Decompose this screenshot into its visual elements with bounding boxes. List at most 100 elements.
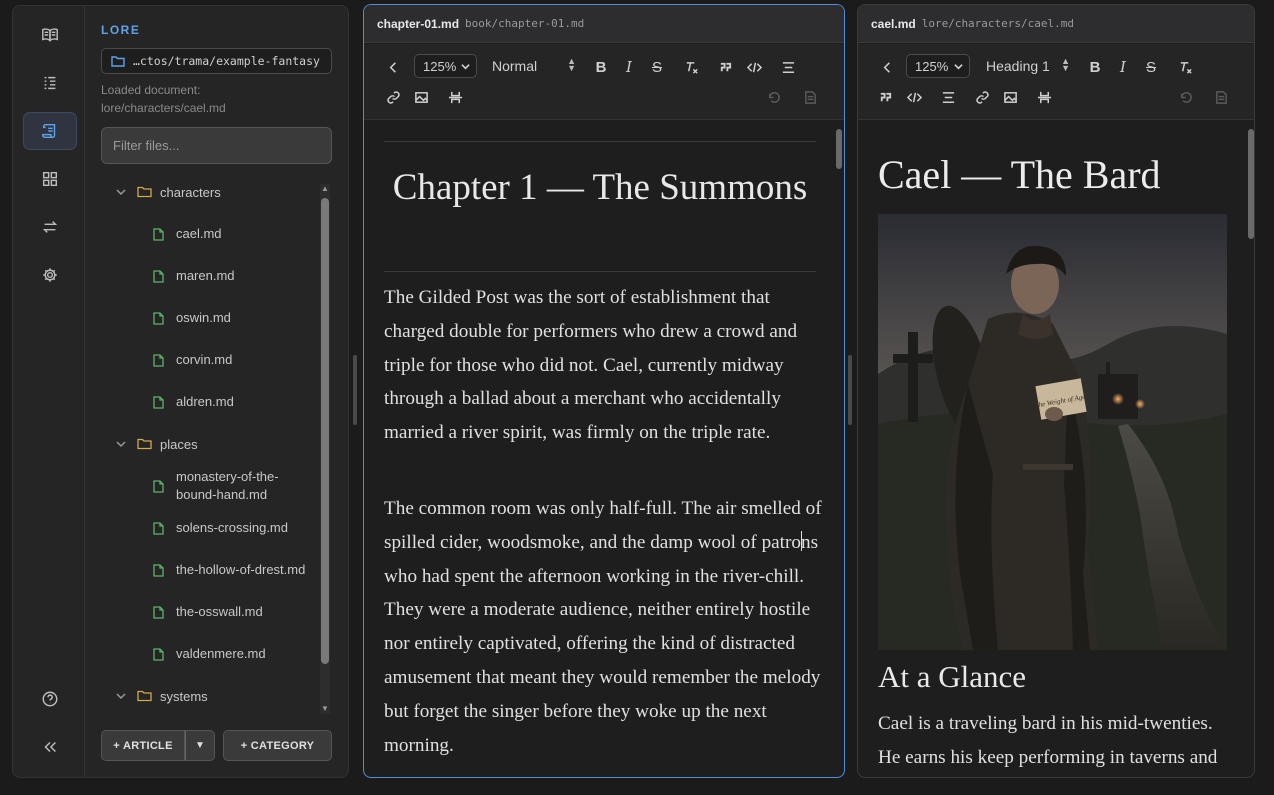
- paragraph: Cael is a traveling bard in his mid-twen…: [878, 713, 1218, 768]
- rail-settings-button[interactable]: [23, 256, 77, 294]
- tree-item-label: monastery-of-the-bound-hand.md: [176, 469, 279, 502]
- tree-file-oswin[interactable]: oswin.md: [101, 308, 317, 328]
- back-button[interactable]: [382, 56, 404, 78]
- quote-icon: [880, 92, 891, 101]
- add-article-button[interactable]: + ARTICLE: [101, 730, 185, 761]
- quote-button[interactable]: [714, 56, 736, 78]
- tree-file-valdenmere[interactable]: valdenmere.md: [101, 644, 317, 664]
- tree-file-monastery-of-the-bound-hand[interactable]: monastery-of-the-bound-hand.md: [101, 468, 317, 504]
- clear-format-button[interactable]: [1174, 56, 1196, 78]
- rail-collapse-button[interactable]: [23, 728, 77, 766]
- save-button[interactable]: [1210, 86, 1232, 108]
- image-button[interactable]: [410, 86, 432, 108]
- editor-pane-chapter[interactable]: chapter-01.md book/chapter-01.md 125% No…: [363, 4, 845, 778]
- help-icon: [42, 691, 58, 707]
- file-tree: characters cael.md maren.md oswin.md corvin.…: [101, 178, 317, 716]
- tree-item-label: cael.md: [176, 226, 222, 241]
- tree-folder-places[interactable]: places: [101, 434, 317, 454]
- page-break-button[interactable]: [444, 86, 466, 108]
- save-button[interactable]: [799, 86, 821, 108]
- link-button[interactable]: [971, 86, 993, 108]
- character-portrait-image: The Weight of Ages: [878, 214, 1227, 650]
- zoom-select[interactable]: 125%: [414, 54, 477, 78]
- code-button[interactable]: [903, 86, 925, 108]
- rail-help-button[interactable]: [23, 680, 77, 718]
- editor-pane-lore[interactable]: cael.md lore/characters/cael.md 125% Hea…: [857, 4, 1255, 778]
- rail-grid-button[interactable]: [23, 160, 77, 198]
- undo-button[interactable]: [1174, 86, 1196, 108]
- section-heading: At a Glance: [878, 659, 1027, 694]
- block-format-select[interactable]: Normal ▲ ▼: [492, 54, 576, 78]
- scroll-up-arrow[interactable]: ▲: [320, 184, 330, 194]
- chevron-down-icon: [116, 693, 126, 700]
- link-button[interactable]: [382, 86, 404, 108]
- back-button[interactable]: [876, 56, 898, 78]
- loaded-path: lore/characters/cael.md: [101, 101, 226, 115]
- rail-outline-button[interactable]: [23, 64, 77, 102]
- file-icon: [153, 227, 164, 241]
- pane-filename: cael.md: [871, 16, 916, 31]
- bold-button[interactable]: B: [590, 56, 612, 78]
- tree-file-corvin[interactable]: corvin.md: [101, 350, 317, 370]
- file-icon: [153, 647, 164, 661]
- folder-icon: [111, 56, 125, 67]
- chevron-down-icon: [116, 189, 126, 196]
- tree-file-aldren[interactable]: aldren.md: [101, 392, 317, 412]
- tree-folder-characters[interactable]: characters: [101, 182, 317, 202]
- tree-file-the-osswall[interactable]: the-osswall.md: [101, 602, 317, 622]
- align-button[interactable]: [777, 56, 799, 78]
- scroll-down-arrow[interactable]: ▼: [320, 704, 330, 714]
- file-icon: [153, 605, 164, 619]
- tree-item-label: systems: [160, 688, 208, 704]
- tree-file-the-hollow-of-drest[interactable]: the-hollow-of-drest.md: [101, 552, 317, 588]
- strikethrough-button[interactable]: S: [646, 56, 668, 78]
- add-category-button[interactable]: + CATEGORY: [223, 730, 332, 761]
- file-tree-scrollbar[interactable]: ▲ ▼: [320, 184, 330, 714]
- filter-files-input[interactable]: [101, 127, 332, 164]
- file-panel: LORE …ctos/trama/example-fantasy Loaded …: [85, 5, 349, 778]
- project-path-box[interactable]: …ctos/trama/example-fantasy: [101, 48, 332, 74]
- outline-list-icon: [44, 76, 56, 90]
- document-save-icon: [804, 90, 816, 104]
- zoom-select[interactable]: 125%: [906, 54, 970, 78]
- image-icon: [1003, 91, 1017, 103]
- rail-sync-button[interactable]: [23, 208, 77, 246]
- align-button[interactable]: [937, 86, 959, 108]
- document-scrollbar[interactable]: [1248, 129, 1254, 239]
- document-content[interactable]: Chapter 1 — The Summons The Gilded Post …: [364, 121, 844, 777]
- tree-folder-systems[interactable]: systems: [101, 686, 317, 706]
- tree-item-label: the-hollow-of-drest.md: [176, 562, 306, 577]
- image-button[interactable]: [999, 86, 1021, 108]
- clear-format-button[interactable]: [680, 56, 702, 78]
- splitter-handle[interactable]: [848, 355, 852, 425]
- scroll-thumb[interactable]: [321, 198, 329, 664]
- folder-icon: [137, 438, 152, 450]
- article-dropdown-button[interactable]: ▼: [185, 730, 215, 761]
- loaded-label: Loaded document:: [101, 83, 201, 97]
- rail-book-button[interactable]: [23, 16, 77, 54]
- zoom-value: 125%: [423, 58, 457, 74]
- page-break-icon: [1037, 91, 1051, 103]
- code-button[interactable]: [743, 56, 765, 78]
- strikethrough-button[interactable]: S: [1140, 56, 1162, 78]
- tree-file-maren[interactable]: maren.md: [101, 266, 317, 286]
- undo-icon: [768, 91, 780, 103]
- italic-button[interactable]: I: [618, 56, 640, 78]
- chapter-title: Chapter 1 — The Summons: [392, 167, 808, 208]
- collapse-icon: [44, 741, 56, 753]
- zoom-value: 125%: [915, 58, 949, 74]
- page-break-icon: [448, 91, 462, 103]
- file-icon: [153, 395, 164, 409]
- tree-file-solens-crossing[interactable]: solens-crossing.md: [101, 518, 317, 538]
- block-format-select[interactable]: Heading 1 ▲ ▼: [986, 54, 1070, 78]
- bold-button[interactable]: B: [1084, 56, 1106, 78]
- document-content[interactable]: Cael — The Bard The Weight of Ages At a …: [858, 121, 1254, 777]
- tree-file-cael[interactable]: cael.md: [101, 224, 317, 244]
- splitter-handle[interactable]: [353, 355, 357, 425]
- page-break-button[interactable]: [1033, 86, 1055, 108]
- undo-button[interactable]: [762, 86, 784, 108]
- quote-button[interactable]: [874, 86, 896, 108]
- italic-button[interactable]: I: [1112, 56, 1134, 78]
- document-scrollbar[interactable]: [836, 129, 842, 169]
- rail-lore-button[interactable]: [23, 112, 77, 150]
